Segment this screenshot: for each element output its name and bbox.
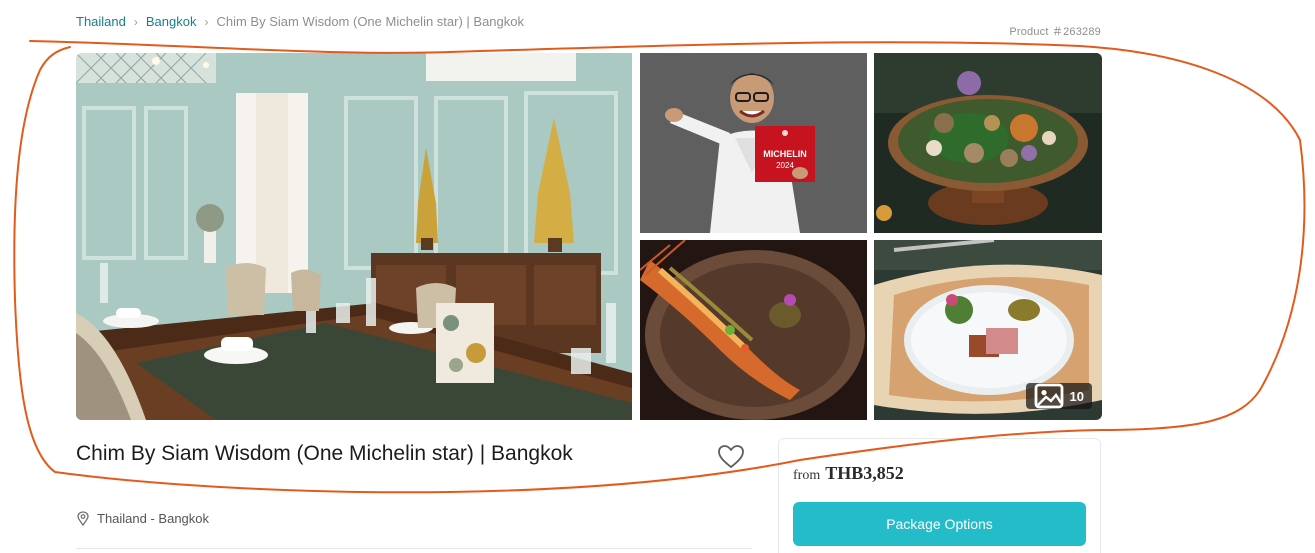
location-text: Thailand - Bangkok bbox=[97, 511, 210, 526]
package-options-button[interactable]: Package Options bbox=[793, 502, 1086, 546]
product-id: Product ＃263289 bbox=[1009, 26, 1101, 38]
breadcrumb-bangkok[interactable]: Bangkok bbox=[146, 14, 197, 29]
price-line: from THB3,852 bbox=[793, 463, 904, 484]
chevron-right-icon: › bbox=[133, 14, 138, 29]
dining-room-image bbox=[76, 53, 632, 420]
divider bbox=[76, 548, 752, 549]
image-icon bbox=[1034, 383, 1063, 409]
gallery-photo-prawn[interactable] bbox=[640, 240, 867, 420]
favorite-button[interactable] bbox=[717, 444, 745, 470]
prawn-image bbox=[640, 240, 867, 420]
gallery-photo-duck[interactable]: 10 bbox=[874, 240, 1102, 420]
gallery-photo-chef[interactable]: MICHELIN 2024 bbox=[640, 53, 867, 233]
price-card: from THB3,852 Package Options bbox=[778, 438, 1101, 553]
price-from-label: from bbox=[793, 468, 821, 483]
photo-count-badge[interactable]: 10 bbox=[1025, 383, 1092, 409]
gallery-photo-appetizer[interactable] bbox=[874, 53, 1102, 233]
page-title: Chim By Siam Wisdom (One Michelin star) … bbox=[76, 442, 573, 465]
chef-image: MICHELIN 2024 bbox=[640, 53, 867, 233]
map-pin-icon bbox=[77, 511, 89, 526]
breadcrumb-current: Chim By Siam Wisdom (One Michelin star) … bbox=[216, 14, 524, 29]
breadcrumb: Thailand › Bangkok › Chim By Siam Wisdom… bbox=[76, 14, 524, 29]
photo-count: 10 bbox=[1069, 388, 1084, 404]
chevron-right-icon: › bbox=[204, 14, 209, 29]
appetizer-image bbox=[874, 53, 1102, 233]
product-page: Thailand › Bangkok › Chim By Siam Wisdom… bbox=[0, 0, 1315, 553]
price-value: THB3,852 bbox=[825, 463, 904, 483]
plaque-text-1: MICHELIN bbox=[763, 149, 807, 159]
plaque-text-2: 2024 bbox=[776, 161, 794, 170]
heart-icon bbox=[718, 445, 744, 468]
breadcrumb-thailand[interactable]: Thailand bbox=[76, 14, 126, 29]
location: Thailand - Bangkok bbox=[77, 511, 209, 526]
photo-gallery: MICHELIN 2024 10 bbox=[76, 53, 1102, 420]
gallery-photo-main[interactable] bbox=[76, 53, 632, 420]
